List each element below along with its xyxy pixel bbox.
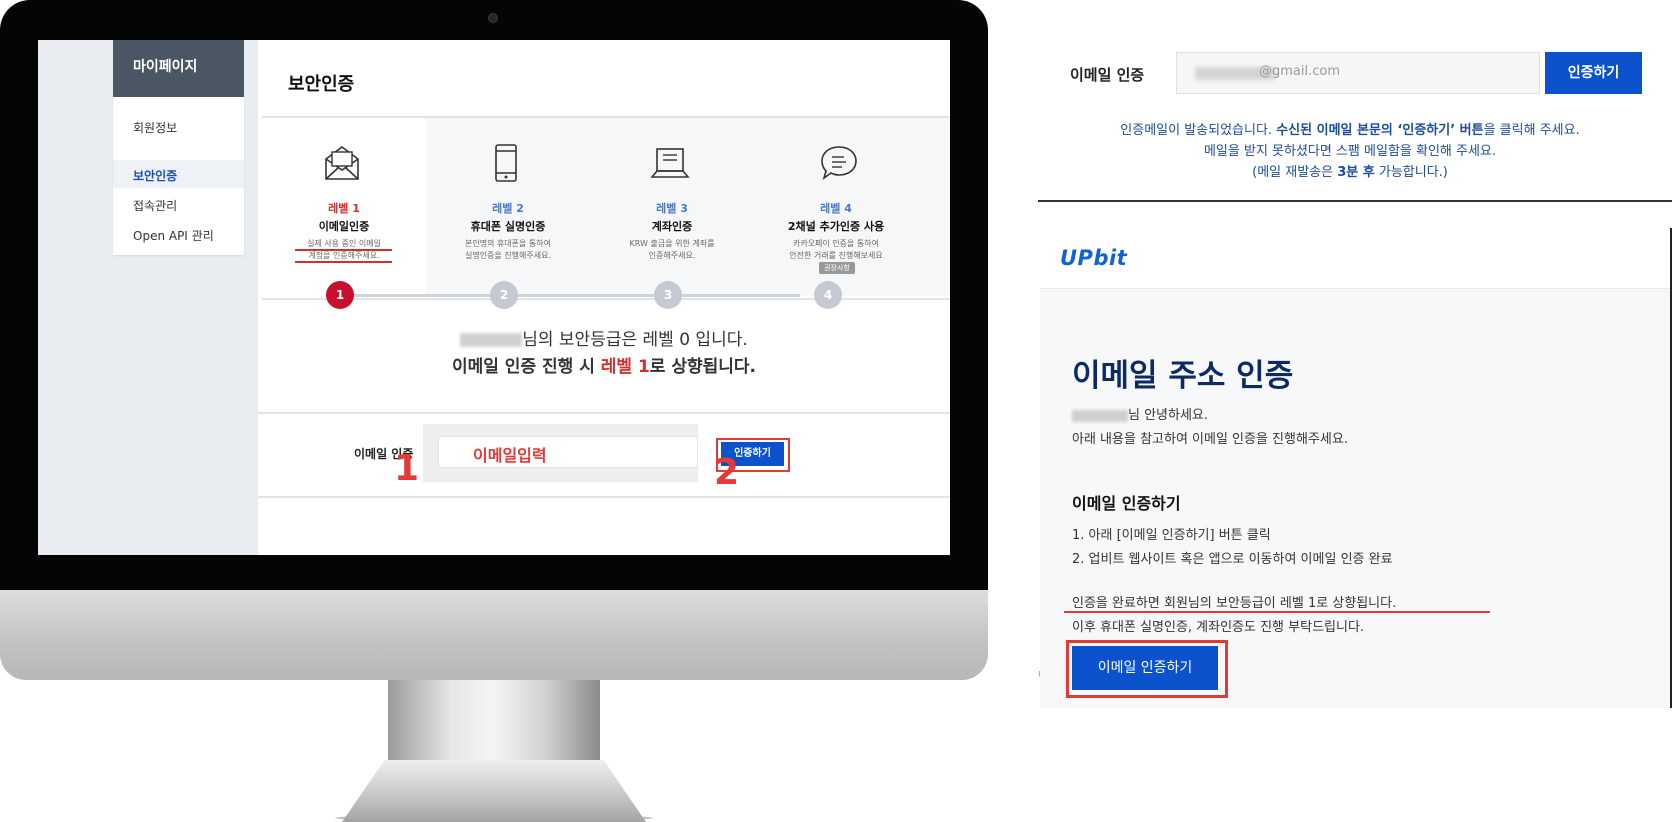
notice-text: (메일 재발송은: [1252, 165, 1338, 180]
step-description: 카카오페이 인증을 통하여 안전한 거래를 진행해보세요: [762, 238, 910, 262]
chat-icon: [821, 146, 857, 180]
imac-screen: 마이페이지 회원정보 보안인증 접속관리 Open API 관리 보안인증 레벨…: [38, 40, 950, 555]
email-sent-notice: 인증메일이 발송되었습니다. 수신된 이메일 본문의 ‘인증하기’ 버튼을 클릭…: [1040, 120, 1660, 183]
email-domain: @gmail.com: [1259, 64, 1341, 79]
security-grade-line: 님의 보안등급은 레벨 0 입니다.: [258, 325, 950, 350]
info-line-1: 인증을 완료하면 회원님의 보안등급이 레벨 1로 상향됩니다.: [1072, 596, 1397, 611]
notice-line-1: 인증메일이 발송되었습니다. 수신된 이메일 본문의 ‘인증하기’ 버튼을 클릭…: [1040, 120, 1660, 141]
notice-line-2: 메일을 받지 못하셨다면 스팸 메일함을 확인해 주세요.: [1203, 144, 1497, 159]
sidebar-title: 마이페이지: [113, 40, 244, 97]
security-steps: 레벨 1 이메일인증 실제 사용 중인 이메일 계정을 인증해주세요. 레벨 2: [262, 116, 950, 300]
upbit-logo: UPbit: [1060, 246, 1128, 270]
step-desc-line: 본인명의 휴대폰을 통하여: [464, 239, 552, 248]
step-dot-2: 2: [490, 281, 518, 309]
envelope-icon: [325, 146, 359, 180]
email-panel-label: 이메일 인증: [1070, 66, 1145, 84]
callout-2: 2: [714, 452, 740, 493]
step-level-1[interactable]: 레벨 1 이메일인증 실제 사용 중인 이메일 계정을 인증해주세요.: [262, 118, 427, 296]
instruction-1: 1. 아래 [이메일 인증하기] 버튼 클릭: [1072, 528, 1271, 543]
upgrade-level: 레벨 1: [600, 357, 650, 377]
upgrade-text-post: 로 상향됩니다.: [649, 357, 757, 377]
step-desc-line: 인증해주세요.: [648, 251, 696, 260]
sidebar-item-member-info[interactable]: 회원정보: [133, 119, 177, 136]
notice-text: 을 클릭해 주세요.: [1483, 123, 1580, 138]
email-verify-link-button[interactable]: 이메일 인증하기: [1072, 646, 1218, 690]
email-input-hint: 이메일입력: [473, 446, 547, 465]
step-name: 계좌인증: [651, 220, 693, 233]
step-level-label: 레벨 1: [328, 202, 360, 215]
notice-bold: 수신된 이메일 본문의 ‘인증하기’ 버튼: [1276, 123, 1484, 138]
greeting-text: 님 안녕하세요.: [1128, 408, 1209, 423]
step-description: KRW 출금을 위한 계좌를 인증해주세요.: [598, 238, 746, 262]
verification-email: UPbit 이메일 주소 인증 님 안녕하세요. 아래 내용을 참고하여 이메일…: [1040, 228, 1672, 708]
step-name: 휴대폰 실명인증: [470, 220, 546, 233]
email-panel-input[interactable]: @gmail.com: [1176, 52, 1540, 94]
step-dot-1: 1: [326, 281, 354, 309]
notice-text: 인증메일이 발송되었습니다.: [1120, 123, 1277, 138]
email-intro: 아래 내용을 참고하여 이메일 인증을 진행해주세요.: [1072, 432, 1348, 447]
grade-text: 님의 보안등급은 레벨 0 입니다.: [522, 330, 748, 350]
camera-dot: [488, 13, 498, 23]
sidebar-item-access[interactable]: 접속관리: [133, 197, 177, 214]
email-header: UPbit: [1040, 228, 1670, 289]
email-verify-row: 이메일 인증 이메일입력 인증하기: [258, 412, 950, 498]
email-subtitle: 이메일 인증하기: [1072, 494, 1181, 513]
sidebar-item-open-api[interactable]: Open API 관리: [133, 227, 214, 244]
step-level-label: 레벨 2: [492, 202, 524, 215]
email-title: 이메일 주소 인증: [1072, 358, 1294, 394]
step-progress-track: [334, 294, 800, 297]
step-level-3[interactable]: 레벨 3 계좌인증 KRW 출금을 위한 계좌를 인증해주세요.: [590, 118, 755, 296]
instruction-2: 2. 업비트 웹사이트 혹은 앱으로 이동하여 이메일 인증 완료: [1072, 552, 1393, 567]
upgrade-notice: 이메일 인증 진행 시 레벨 1로 상향됩니다.: [258, 352, 950, 377]
step-desc-line: 안전한 거래를 진행해보세요: [789, 251, 883, 260]
divider: [1038, 200, 1672, 202]
callout-1: 1: [394, 448, 420, 489]
sidebar-menu: 회원정보 보안인증 접속관리 Open API 관리: [113, 97, 244, 255]
sidebar-item-security[interactable]: 보안인증: [133, 167, 177, 184]
step-level-2[interactable]: 레벨 2 휴대폰 실명인증 본인명의 휴대폰을 통하여 실명인증을 진행해주세요…: [426, 118, 591, 296]
step-dot-3: 3: [654, 281, 682, 309]
upgrade-text-pre: 이메일 인증 진행 시: [451, 357, 601, 377]
imac-chin: [0, 590, 988, 680]
red-underline: [1064, 611, 1490, 613]
imac-stand-foot: [342, 760, 646, 822]
email-panel-verify-button[interactable]: 인증하기: [1545, 52, 1642, 94]
notice-text: 가능합니다.): [1374, 165, 1448, 180]
red-underline: [295, 249, 392, 251]
email-input[interactable]: 이메일입력: [438, 436, 698, 468]
page-title: 보안인증: [288, 74, 355, 95]
blurred-username: [1072, 409, 1128, 422]
step-level-label: 레벨 4: [820, 202, 852, 215]
step-level-label: 레벨 3: [656, 202, 688, 215]
recommended-badge: 권장사항: [819, 262, 855, 274]
main-panel: 보안인증 레벨 1 이메일인증 실제 사용 중인 이메일 계정을 인증해주세요.: [258, 40, 950, 555]
email-greeting: 님 안녕하세요.: [1072, 404, 1208, 423]
step-level-4[interactable]: 레벨 4 2채널 추가인증 사용 카카오페이 인증을 통하여 안전한 거래를 진…: [754, 118, 950, 296]
step-desc-line: KRW 출금을 위한 계좌를: [629, 239, 715, 248]
step-desc-line: 카카오페이 인증을 통하여: [792, 239, 880, 248]
notice-line-3: (메일 재발송은 3분 후 가능합니다.): [1040, 162, 1660, 183]
step-description: 본인명의 휴대폰을 통하여 실명인증을 진행해주세요.: [434, 238, 582, 262]
step-desc-line: 실명인증을 진행해주세요.: [464, 251, 552, 260]
step-dot-4: 4: [814, 281, 842, 309]
laptop-icon: [650, 148, 690, 178]
info-line-2: 이후 휴대폰 실명인증, 계좌인증도 진행 부탁드립니다.: [1072, 620, 1365, 635]
step-name: 2채널 추가인증 사용: [787, 220, 885, 233]
blurred-username: [460, 333, 523, 347]
notice-bold: 3분 후: [1337, 165, 1375, 180]
smartphone-icon: [495, 144, 517, 182]
step-name: 이메일인증: [318, 220, 370, 233]
red-underline: [295, 261, 392, 263]
